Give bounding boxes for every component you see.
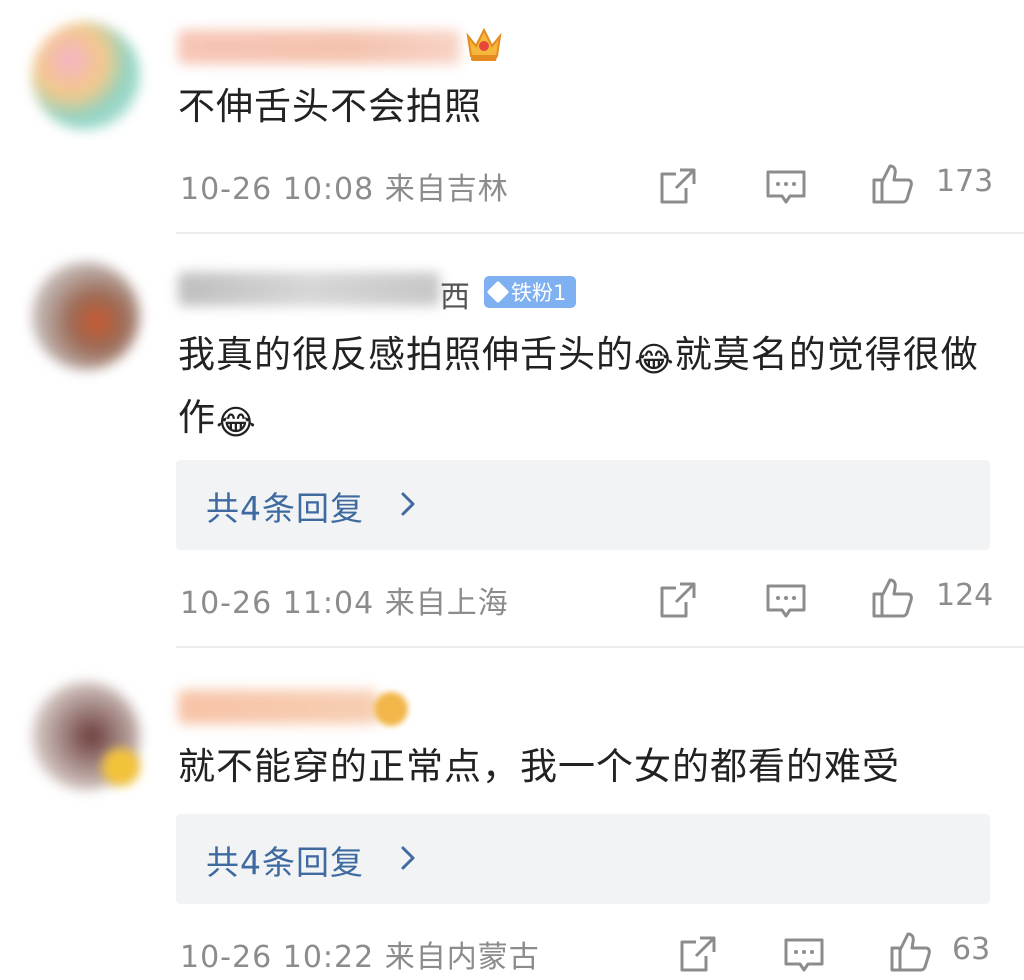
member-badge-icon: [374, 692, 408, 726]
svg-text:4: 4: [496, 54, 502, 65]
like-thumbs-up-icon[interactable]: [888, 930, 932, 974]
reply-comment-icon[interactable]: [764, 164, 808, 208]
laughing-tears-emoji-icon: 😂: [634, 340, 675, 380]
divider: [176, 646, 1024, 648]
username-blurred[interactable]: [178, 30, 460, 64]
comment-text: 我真的很反感拍照伸舌头的😂就莫名的觉得很做作😂: [178, 326, 998, 452]
share-icon[interactable]: [656, 578, 700, 622]
like-thumbs-up-icon[interactable]: [870, 162, 914, 206]
share-icon[interactable]: [676, 932, 720, 976]
comment-text-part1: 我真的很反感拍照伸舌头的: [178, 333, 634, 376]
comment-date: 10-26: [180, 586, 273, 621]
avatar[interactable]: [32, 22, 140, 130]
comment-location: 来自上海: [384, 586, 509, 621]
comment-meta: 10-26 10:08 来自吉林: [180, 164, 509, 208]
comment-time: 10:08: [282, 172, 375, 207]
view-replies-button[interactable]: 共4条回复: [176, 460, 990, 550]
comment-date: 10-26: [180, 172, 273, 207]
crown-level-icon: 4: [466, 27, 502, 65]
like-count: 173: [936, 164, 994, 199]
reply-comment-icon[interactable]: [782, 932, 826, 976]
replies-label: 共4条回复: [206, 843, 364, 882]
view-replies-button[interactable]: 共4条回复: [176, 814, 990, 904]
chevron-right-icon: [401, 846, 415, 870]
replies-label: 共4条回复: [206, 489, 364, 528]
comment-text: 就不能穿的正常点，我一个女的都看的难受: [178, 745, 900, 788]
reply-comment-icon[interactable]: [764, 578, 808, 622]
avatar[interactable]: [32, 262, 140, 370]
laughing-tears-emoji-icon: 😂: [216, 403, 257, 443]
share-icon[interactable]: [656, 164, 700, 208]
comment-meta: 10-26 11:04 来自上海: [180, 578, 509, 622]
comment-date: 10-26: [180, 940, 273, 975]
comment-text: 不伸舌头不会拍照: [178, 85, 482, 128]
username-tail: 西: [440, 280, 470, 315]
comment-location: 来自吉林: [384, 172, 509, 207]
fan-badge: 铁粉1: [484, 276, 577, 308]
username-blurred[interactable]: [178, 690, 378, 724]
comment-meta: 10-26 10:22 来自内蒙古: [180, 932, 540, 976]
comment-location: 来自内蒙古: [384, 940, 540, 975]
like-count: 63: [952, 932, 991, 967]
diamond-icon: [486, 280, 510, 304]
comment-time: 10:22: [282, 940, 375, 975]
comment-time: 11:04: [282, 586, 375, 621]
fan-badge-label: 铁粉1: [511, 281, 567, 305]
username-blurred[interactable]: [178, 272, 440, 306]
chevron-right-icon: [401, 492, 415, 516]
avatar-badge: [102, 748, 140, 786]
like-count: 124: [936, 578, 994, 613]
divider: [176, 232, 1024, 234]
like-thumbs-up-icon[interactable]: [870, 576, 914, 620]
